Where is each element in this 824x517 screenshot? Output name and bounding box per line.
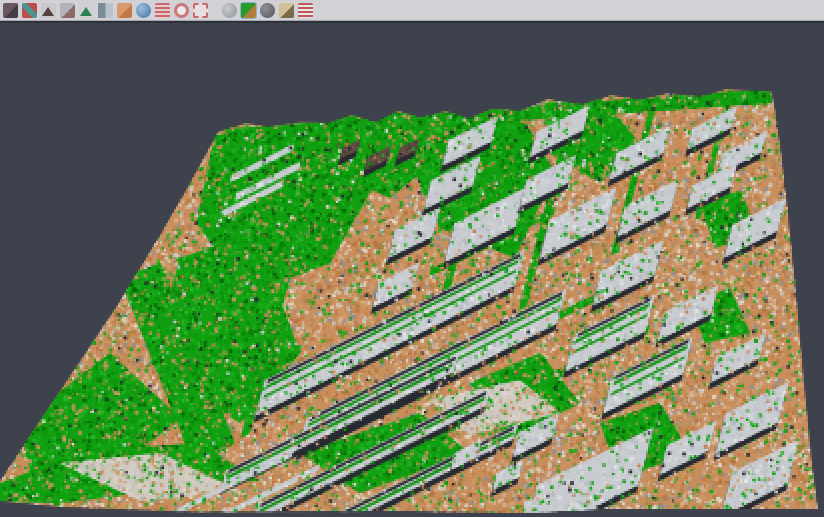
ground-class-icon[interactable] (117, 3, 132, 18)
sphere-select-icon[interactable] (222, 3, 237, 18)
globe-3d-icon[interactable] (136, 3, 151, 18)
flag-icon[interactable] (298, 3, 313, 18)
point-cloud-icon[interactable] (60, 3, 75, 18)
profile-lines-icon[interactable] (155, 3, 170, 18)
render-sphere-icon[interactable] (260, 3, 275, 18)
app-window (0, 0, 824, 517)
toolbar (0, 0, 824, 21)
tin-terrain-icon[interactable] (41, 3, 56, 18)
circle-select-icon[interactable] (174, 3, 189, 18)
dem-terrain-icon[interactable] (79, 3, 94, 18)
point-cloud-3d-view[interactable] (0, 23, 824, 517)
classification-view-icon[interactable] (241, 3, 256, 18)
viewport (0, 23, 824, 517)
side-panel-icon[interactable] (98, 3, 113, 18)
open-file-icon[interactable] (3, 3, 18, 18)
rect-select-icon[interactable] (193, 3, 208, 18)
move-tool-icon[interactable] (22, 3, 37, 18)
measure-icon[interactable] (279, 3, 294, 18)
